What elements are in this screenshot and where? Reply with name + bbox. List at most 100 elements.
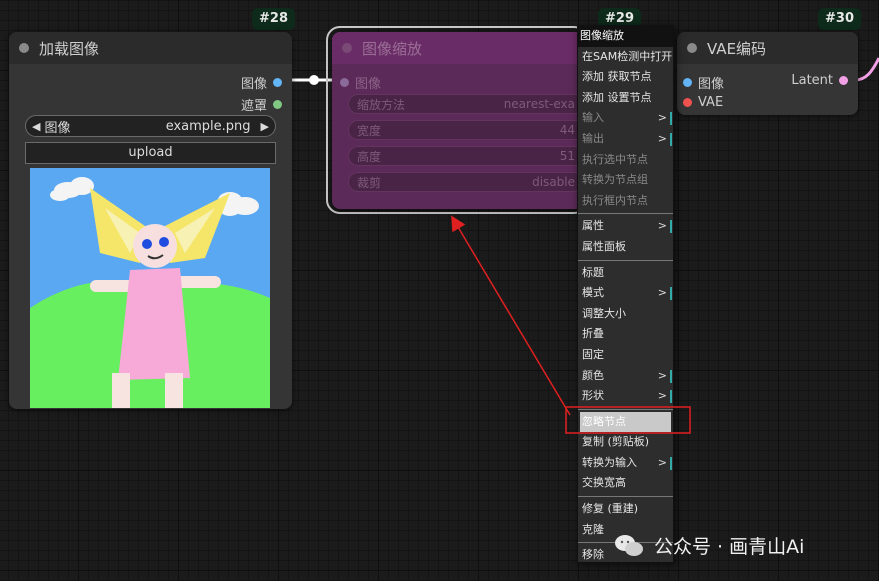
- menu-item[interactable]: 在SAM检测中打开: [578, 47, 673, 68]
- menu-item[interactable]: 添加 获取节点: [578, 67, 673, 88]
- arm-right: [175, 276, 221, 288]
- collapse-dot-icon[interactable]: [342, 43, 352, 53]
- menu-item[interactable]: 属性面板: [578, 237, 673, 258]
- menu-item-label: 转换为节点组: [582, 173, 648, 187]
- submenu-arrow-icon: >: [658, 366, 673, 387]
- node-title: VAE编码: [707, 39, 767, 58]
- width-widget[interactable]: 宽度 44: [348, 120, 584, 140]
- output-label: 遮罩: [240, 99, 267, 114]
- menu-item[interactable]: 固定: [578, 345, 673, 366]
- input-dot-icon[interactable]: [683, 78, 692, 87]
- widget-value: 51: [559, 149, 575, 163]
- menu-item[interactable]: 执行框内节点: [578, 191, 673, 212]
- menu-item[interactable]: 调整大小: [578, 304, 673, 325]
- input-dot-icon[interactable]: [340, 78, 349, 87]
- menu-item-label: 输出: [582, 131, 604, 145]
- widget-value: example.png: [165, 118, 251, 134]
- menu-item-label: 执行框内节点: [582, 193, 648, 207]
- collapse-dot-icon[interactable]: [687, 43, 697, 53]
- link-reroute-dot[interactable]: [309, 75, 319, 85]
- menu-item[interactable]: 忽略节点: [580, 411, 671, 433]
- menu-item[interactable]: 标题: [578, 263, 673, 284]
- input-label: 图像: [355, 77, 382, 92]
- image-select-widget[interactable]: ◀ 图像 example.png ▶: [25, 115, 276, 137]
- menu-item[interactable]: 修复 (重建): [578, 499, 673, 520]
- submenu-arrow-icon: >: [658, 108, 673, 129]
- menu-item[interactable]: 输出 >: [578, 129, 673, 150]
- input-slot-image[interactable]: 图像: [340, 73, 381, 92]
- leg-left: [112, 373, 130, 408]
- menu-item-label: 固定: [582, 347, 604, 361]
- output-slot-latent[interactable]: Latent: [791, 73, 848, 88]
- watermark-text: 公众号 · 画青山Ai: [654, 536, 805, 558]
- upscale-method-widget[interactable]: 缩放方法 nearest-exa: [348, 94, 584, 114]
- menu-item-label: 交换宽高: [582, 476, 626, 490]
- eye-right: [159, 237, 169, 247]
- menu-item[interactable]: 执行选中节点: [578, 150, 673, 171]
- load-image-node[interactable]: 加载图像 图像 遮罩 ◀ 图像 example.png ▶ upload: [9, 32, 292, 409]
- menu-item-label: 执行选中节点: [582, 152, 648, 166]
- menu-item-label: 添加 设置节点: [582, 90, 652, 104]
- node-title-bar[interactable]: VAE编码: [677, 32, 858, 64]
- output-dot-icon[interactable]: [839, 76, 848, 85]
- menu-item[interactable]: 折叠: [578, 324, 673, 345]
- widget-label: 高度: [357, 149, 382, 164]
- input-dot-icon[interactable]: [683, 98, 692, 107]
- node-title-bar[interactable]: 图像缩放: [332, 32, 586, 64]
- menu-item-label: 模式: [582, 286, 604, 300]
- menu-item[interactable]: 复制 (剪贴板): [578, 432, 673, 453]
- input-slot-image[interactable]: 图像: [683, 73, 724, 92]
- node-context-menu[interactable]: 图像缩放 在SAM检测中打开 添加 获取节点 添加 设置节点 输入 > 输出 > 执行选中节点…: [577, 25, 674, 563]
- widget-label: 图像: [44, 120, 71, 136]
- eye-left: [142, 239, 152, 249]
- submenu-arrow-icon: >: [658, 283, 673, 304]
- menu-item[interactable]: 形状 >: [578, 386, 673, 407]
- menu-item[interactable]: 输入 >: [578, 108, 673, 129]
- node-id-badge-30: #30: [818, 8, 861, 30]
- menu-title: 图像缩放: [578, 26, 673, 47]
- menu-item-label: 复制 (剪贴板): [582, 435, 650, 449]
- menu-item[interactable]: 属性 >: [578, 216, 673, 237]
- menu-item[interactable]: 颜色 >: [578, 366, 673, 387]
- menu-item-label: 输入: [582, 111, 604, 125]
- widget-label: 裁剪: [357, 175, 382, 190]
- widget-label: 缩放方法: [357, 97, 406, 112]
- watermark: 公众号 · 画青山Ai: [614, 532, 804, 559]
- node-id-badge-28: #28: [252, 8, 295, 30]
- image-scale-node[interactable]: 图像缩放 图像 缩放方法 nearest-exa 宽度 44 高度 51 裁剪 …: [332, 32, 586, 209]
- leg-right: [165, 373, 183, 408]
- widget-value: 44: [559, 123, 575, 137]
- node-title: 加载图像: [39, 39, 100, 58]
- output-dot-icon[interactable]: [273, 100, 282, 109]
- output-dot-icon[interactable]: [273, 78, 282, 87]
- wechat-icon: [615, 534, 643, 556]
- output-slot-mask[interactable]: 遮罩: [241, 95, 282, 114]
- menu-item[interactable]: 交换宽高: [578, 473, 673, 494]
- widget-value: disable: [532, 175, 575, 189]
- menu-separator: [578, 259, 673, 261]
- upload-button[interactable]: upload: [25, 142, 276, 164]
- menu-item-label: 颜色: [582, 368, 604, 382]
- collapse-dot-icon[interactable]: [19, 43, 29, 53]
- crop-widget[interactable]: 裁剪 disable: [348, 172, 584, 192]
- menu-item[interactable]: 转换为输入 >: [578, 453, 673, 474]
- output-slot-image[interactable]: 图像: [241, 73, 282, 92]
- arrow-left-icon[interactable]: ◀: [32, 120, 40, 133]
- menu-item-label: 在SAM检测中打开: [582, 49, 673, 63]
- menu-separator: [578, 496, 673, 498]
- arrow-right-icon[interactable]: ▶: [261, 120, 269, 133]
- height-widget[interactable]: 高度 51: [348, 146, 584, 166]
- widget-label: 宽度: [357, 123, 382, 138]
- menu-item[interactable]: 转换为节点组: [578, 170, 673, 191]
- menu-item[interactable]: 模式 >: [578, 283, 673, 304]
- node-title-bar[interactable]: 加载图像: [9, 32, 292, 64]
- menu-item[interactable]: 添加 设置节点: [578, 88, 673, 109]
- menu-item-label: 添加 获取节点: [582, 70, 652, 84]
- menu-item-label: 属性: [582, 219, 604, 233]
- menu-item-label: 属性面板: [582, 239, 626, 253]
- output-label: 图像: [240, 77, 267, 92]
- vae-encode-node[interactable]: VAE编码 图像 VAE Latent: [677, 32, 858, 115]
- input-slot-vae[interactable]: VAE: [683, 95, 723, 110]
- output-label: Latent: [791, 73, 833, 88]
- dress: [118, 268, 190, 380]
